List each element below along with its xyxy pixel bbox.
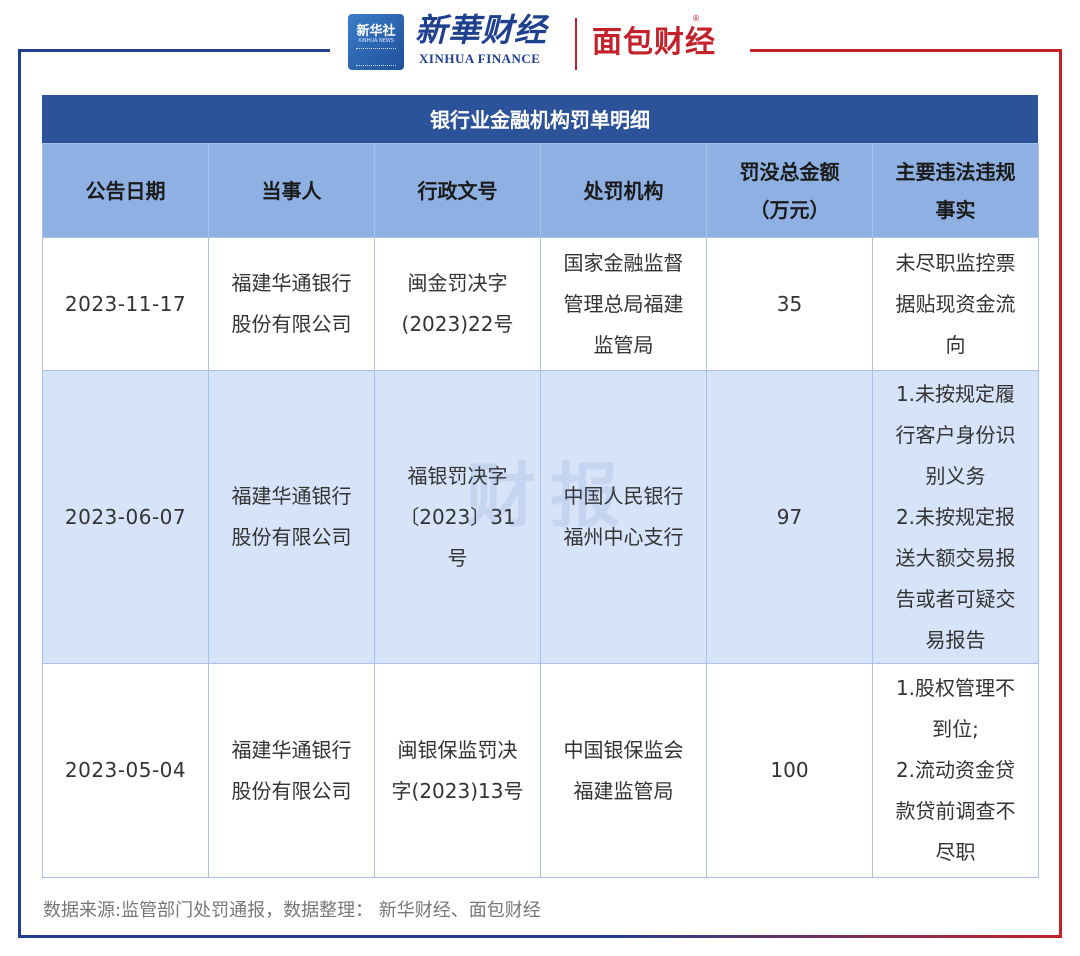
logo-divider bbox=[575, 18, 577, 70]
penalty-grid: 公告日期 当事人 行政文号 处罚机构 罚没总金额 （万元） 主要违法违规 事实 20… bbox=[42, 143, 1039, 878]
xinhua-news-logo-cn: 新华社 bbox=[356, 24, 396, 39]
col-header-doc-no: 行政文号 bbox=[374, 143, 541, 238]
frame-right-line bbox=[1059, 49, 1062, 938]
cell-date: 2023-05-04 bbox=[42, 663, 209, 878]
cell-agency: 国家金融监督 管理总局福建 监管局 bbox=[540, 237, 707, 371]
cell-party: 福建华通银行 股份有限公司 bbox=[208, 370, 375, 664]
xinhua-finance-logo: 新華财经 XINHUA FINANCE bbox=[415, 10, 555, 74]
table-row: 2023-05-04 福建华通银行 股份有限公司 闽银保监罚决 字(2023)13号… bbox=[42, 663, 1039, 878]
table-title: 银行业金融机构罚单明细 bbox=[42, 95, 1038, 143]
xinhua-finance-logo-en: XINHUA FINANCE bbox=[419, 51, 541, 66]
cell-date: 2023-06-07 bbox=[42, 370, 209, 664]
header-row: 公告日期 当事人 行政文号 处罚机构 罚没总金额 （万元） 主要违法违规 事实 bbox=[42, 143, 1039, 238]
logo-network-icon bbox=[356, 48, 396, 66]
mianbao-finance-logo-cn: 面包财经 bbox=[592, 25, 716, 60]
mianbao-finance-logo: 面包财经 ® bbox=[592, 14, 716, 66]
cell-amount: 35 bbox=[706, 237, 873, 371]
frame-bottom-line bbox=[18, 935, 1062, 938]
cell-party: 福建华通银行 股份有限公司 bbox=[208, 663, 375, 878]
col-header-amount: 罚没总金额 （万元） bbox=[706, 143, 873, 238]
frame-top-right-line bbox=[750, 49, 1062, 52]
penalty-table: 银行业金融机构罚单明细 公告日期 当事人 行政文号 处罚机构 罚没总金额 （万元）… bbox=[42, 95, 1039, 878]
col-header-agency: 处罚机构 bbox=[540, 143, 707, 238]
cell-facts: 未尽职监控票 据贴现资金流向 bbox=[872, 237, 1039, 371]
source-note: 数据来源:监管部门处罚通报，数据整理： 新华财经、面包财经 bbox=[43, 900, 541, 921]
cell-date: 2023-11-17 bbox=[42, 237, 209, 371]
table-row: 2023-11-17 福建华通银行 股份有限公司 闽金罚决字 (2023)22号 国… bbox=[42, 237, 1039, 371]
cell-agency: 中国银保监会 福建监管局 bbox=[540, 663, 707, 878]
table-row: 2023-06-07 福建华通银行 股份有限公司 福银罚决字 〔2023〕31 号 中… bbox=[42, 370, 1039, 664]
registered-mark: ® bbox=[692, 14, 700, 23]
xinhua-finance-logo-cn: 新華财经 bbox=[415, 11, 548, 49]
cell-party: 福建华通银行 股份有限公司 bbox=[208, 237, 375, 371]
col-header-facts: 主要违法违规 事实 bbox=[872, 143, 1039, 238]
cell-agency: 中国人民银行 福州中心支行 bbox=[540, 370, 707, 664]
cell-doc-no: 闽银保监罚决 字(2023)13号 bbox=[374, 663, 541, 878]
cell-facts: 1.未按规定履 行客户身份识 别义务 2.未按规定报 送大额交易报 告或者可疑交 易报告 bbox=[872, 370, 1039, 664]
col-header-party: 当事人 bbox=[208, 143, 375, 238]
cell-amount: 97 bbox=[706, 370, 873, 664]
cell-facts: 1.股权管理不 到位; 2.流动资金贷 款贷前调查不 尽职 bbox=[872, 663, 1039, 878]
frame-top-left-line bbox=[18, 49, 330, 52]
xinhua-news-logo: 新华社 XINHUA NEWS bbox=[348, 14, 404, 70]
cell-doc-no: 闽金罚决字 (2023)22号 bbox=[374, 237, 541, 371]
cell-doc-no: 福银罚决字 〔2023〕31 号 bbox=[374, 370, 541, 664]
cell-amount: 100 bbox=[706, 663, 873, 878]
col-header-date: 公告日期 bbox=[42, 143, 209, 238]
frame-left-line bbox=[18, 49, 21, 938]
xinhua-news-logo-en: XINHUA NEWS bbox=[357, 38, 395, 44]
